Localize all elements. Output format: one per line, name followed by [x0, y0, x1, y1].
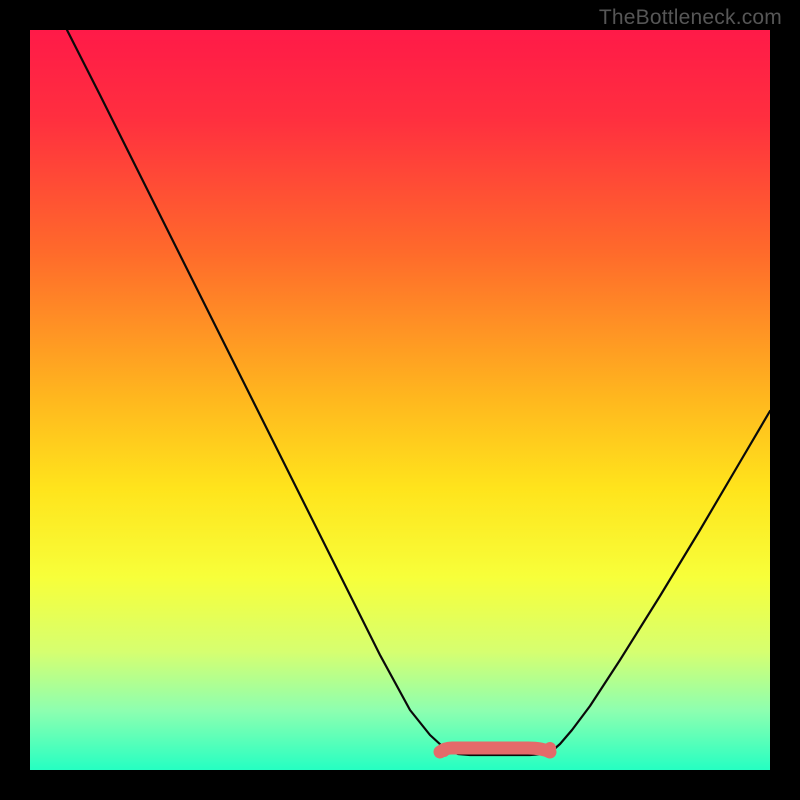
plot-area — [30, 30, 770, 770]
marker-dot-right — [544, 742, 556, 754]
watermark-text: TheBottleneck.com — [599, 6, 782, 30]
highlight-marker — [440, 748, 550, 752]
chart-frame: TheBottleneck.com — [0, 0, 800, 800]
marker-dot-left — [438, 745, 450, 757]
curve-layer — [30, 30, 770, 770]
bottleneck-curve — [67, 30, 770, 755]
